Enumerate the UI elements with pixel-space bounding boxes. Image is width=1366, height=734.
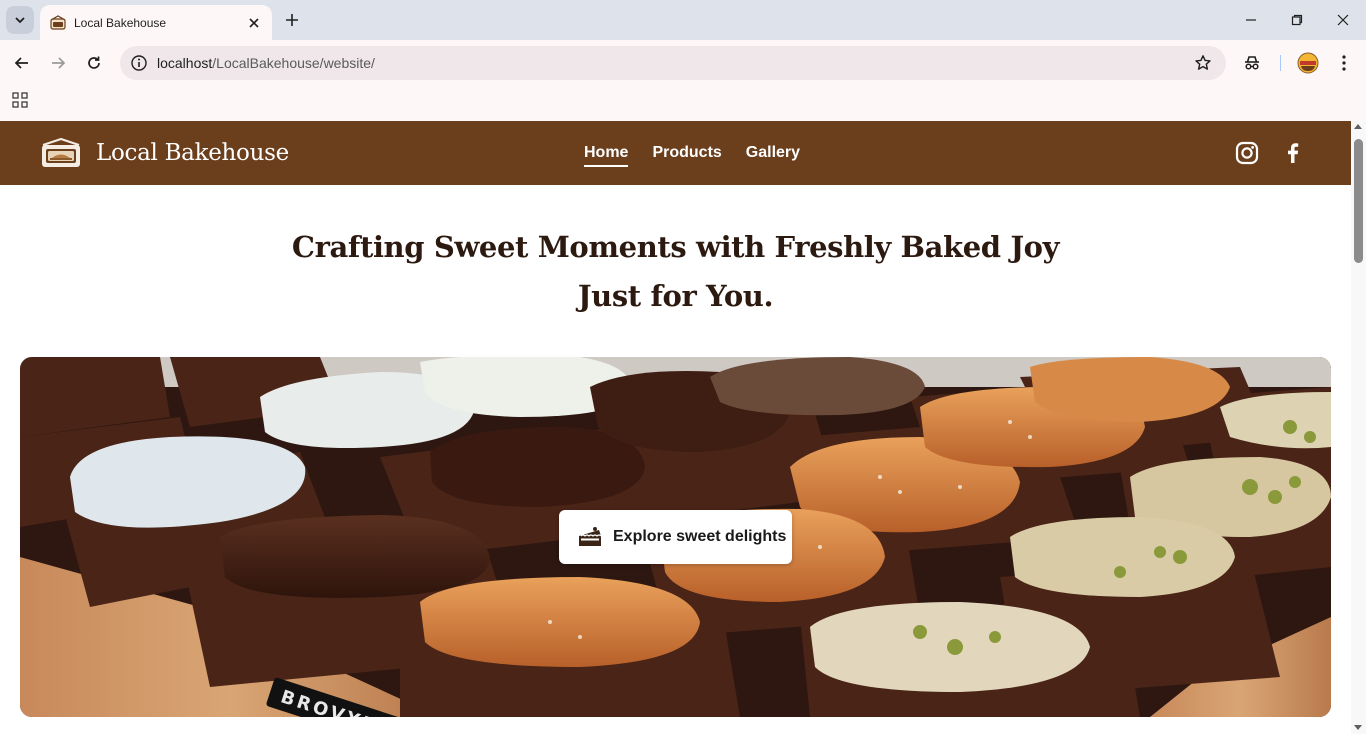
forward-button[interactable] [44, 49, 72, 77]
incognito-icon [1245, 56, 1259, 70]
nav-gallery-link[interactable]: Gallery [746, 144, 800, 167]
cake-slice-icon [579, 527, 602, 546]
close-window-button[interactable] [1320, 0, 1366, 40]
arrow-left-icon [14, 57, 28, 69]
restore-button[interactable] [1274, 0, 1320, 40]
back-button[interactable] [8, 49, 36, 77]
browser-menu-button[interactable] [1330, 49, 1358, 77]
incognito-button[interactable] [1238, 49, 1266, 77]
more-vertical-icon [1342, 55, 1346, 71]
hero-title-line-1: Crafting Sweet Moments with Freshly Bake… [291, 230, 1060, 264]
page-scrollbar[interactable] [1351, 121, 1366, 734]
instagram-icon[interactable] [1235, 141, 1259, 165]
close-icon [249, 17, 259, 28]
minimize-icon [1246, 19, 1256, 21]
restore-icon [1291, 14, 1303, 26]
new-tab-button[interactable] [282, 10, 302, 30]
arrow-right-icon [52, 57, 66, 69]
url-path: /LocalBakehouse/website/ [212, 55, 375, 71]
hero-title-line-2: Just for You. [577, 279, 774, 313]
scroll-up-arrow[interactable] [1354, 124, 1362, 129]
tab-search-button[interactable] [6, 6, 34, 34]
browser-tab[interactable]: Local Bakehouse [40, 5, 272, 40]
url-host: localhost [157, 55, 213, 71]
brand-home-link[interactable]: Local Bakehouse [40, 137, 289, 169]
bookmarks-bar [0, 86, 1366, 121]
tab-strip: Local Bakehouse [0, 0, 1366, 40]
chevron-down-icon [15, 17, 25, 24]
apps-grid-icon[interactable] [12, 92, 28, 108]
plus-icon [286, 14, 298, 26]
hero-title: Crafting Sweet Moments with Freshly Bake… [0, 223, 1351, 321]
nav-home-link[interactable]: Home [584, 144, 629, 167]
bakery-oven-favicon [50, 14, 66, 30]
bookmark-star-icon[interactable] [1194, 54, 1212, 72]
nav-products-link[interactable]: Products [652, 144, 721, 167]
close-icon [1337, 14, 1349, 26]
reload-icon [88, 56, 100, 69]
profile-button[interactable] [1294, 49, 1322, 77]
scroll-down-arrow[interactable] [1354, 725, 1362, 730]
url-text: localhost/LocalBakehouse/website/ [157, 55, 375, 71]
toolbar-divider [1280, 55, 1281, 71]
close-tab-button[interactable] [246, 15, 262, 31]
address-bar[interactable]: localhost/LocalBakehouse/website/ [120, 46, 1226, 80]
page-viewport: Local Bakehouse Home Products Gallery Cr… [0, 121, 1351, 734]
tab-title: Local Bakehouse [74, 15, 167, 30]
site-header: Local Bakehouse Home Products Gallery [0, 121, 1351, 185]
facebook-icon[interactable] [1281, 141, 1305, 165]
cta-label: Explore sweet delights [613, 528, 787, 545]
main-nav: Home Products Gallery [584, 144, 800, 167]
explore-sweet-delights-button[interactable]: Explore sweet delights [559, 510, 792, 564]
profile-avatar-icon [1297, 52, 1319, 74]
info-icon[interactable] [130, 54, 148, 72]
minimize-button[interactable] [1228, 0, 1274, 40]
scroll-thumb[interactable] [1354, 139, 1363, 263]
brand-name: Local Bakehouse [96, 140, 289, 166]
reload-button[interactable] [80, 49, 108, 77]
bakery-oven-logo-icon [42, 137, 80, 167]
